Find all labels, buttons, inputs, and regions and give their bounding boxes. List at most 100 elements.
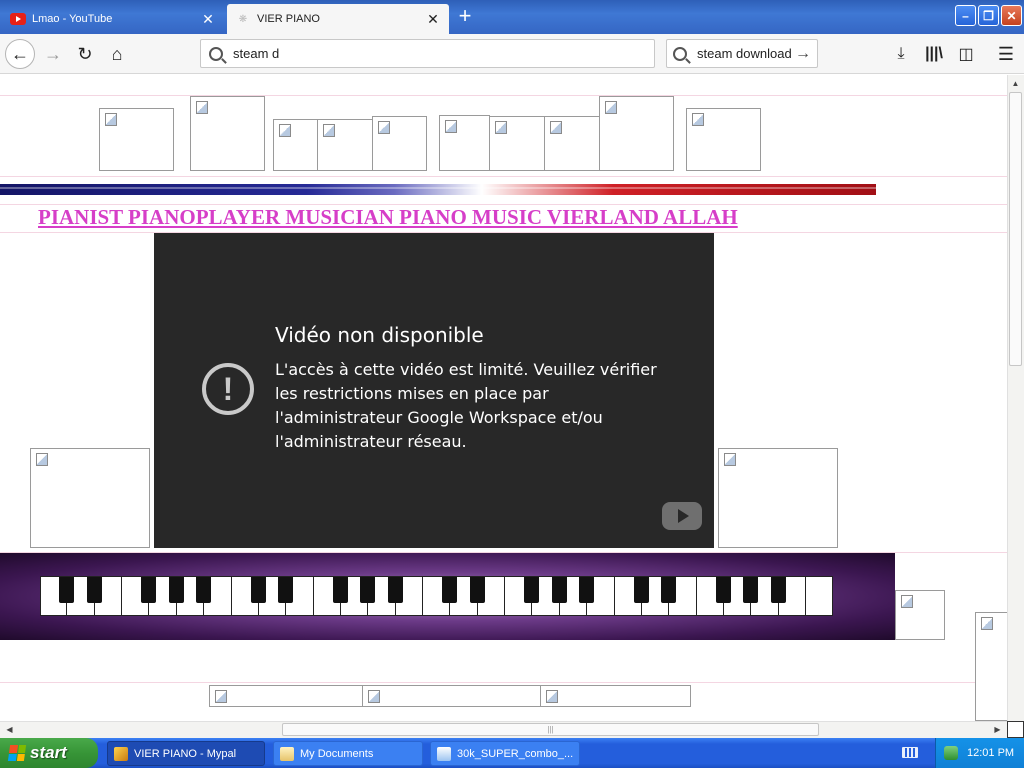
- broken-image-icon[interactable]: [317, 119, 373, 171]
- piano-banner-image: [0, 553, 895, 640]
- piano-black-key: [168, 577, 184, 603]
- scroll-up-icon[interactable]: ▲: [1008, 76, 1023, 91]
- home-button[interactable]: ⌂: [102, 39, 132, 69]
- broken-image-icon[interactable]: [439, 115, 490, 171]
- start-button[interactable]: start: [0, 738, 98, 768]
- windows-logo-icon: [7, 745, 27, 761]
- piano-white-key: [423, 576, 458, 616]
- taskbar-item-my-documents[interactable]: My Documents: [273, 741, 423, 766]
- piano-white-key: [122, 576, 157, 616]
- broken-image-icon[interactable]: [718, 448, 838, 548]
- network-icon[interactable]: [944, 746, 958, 760]
- taskbar-item-mypal[interactable]: VIER PIANO - Mypal: [107, 741, 265, 766]
- start-label: start: [30, 743, 67, 762]
- page-title-link[interactable]: PIANIST PIANOPLAYER MUSICIAN PIANO MUSIC…: [38, 205, 738, 230]
- maximize-button[interactable]: ❐: [978, 5, 999, 26]
- notepad-icon: [437, 746, 451, 761]
- broken-image-icon[interactable]: [540, 685, 691, 707]
- error-icon: !: [202, 363, 254, 415]
- menu-icon[interactable]: ☰: [995, 44, 1017, 64]
- piano-white-key: [806, 576, 834, 616]
- piano-black-key: [86, 577, 102, 603]
- search-icon: [209, 46, 223, 61]
- folder-icon: [280, 746, 294, 761]
- taskbar-item-notepad[interactable]: 30k_SUPER_combo_...: [430, 741, 580, 766]
- close-window-button[interactable]: ✕: [1001, 5, 1022, 26]
- broken-image-icon[interactable]: [686, 108, 761, 171]
- piano-black-key: [59, 577, 75, 603]
- search-input[interactable]: steam download: [697, 46, 792, 61]
- piano-black-key: [524, 577, 540, 603]
- page-content: PIANIST PIANOPLAYER MUSICIAN PIANO MUSIC…: [0, 75, 1007, 721]
- minimize-button[interactable]: –: [955, 5, 976, 26]
- video-error-title: Vidéo non disponible: [275, 323, 484, 347]
- system-tray: 12:01 PM: [935, 738, 1024, 768]
- vertical-scroll-thumb[interactable]: [1009, 92, 1022, 366]
- piano-black-key: [743, 577, 759, 603]
- horizontal-scroll-thumb[interactable]: |||: [282, 723, 819, 736]
- broken-image-icon[interactable]: [362, 685, 541, 707]
- youtube-icon: [10, 13, 26, 25]
- piano-white-key: [696, 576, 731, 616]
- broken-image-icon[interactable]: [544, 116, 600, 171]
- piano-black-key: [661, 577, 677, 603]
- close-tab-icon[interactable]: ✕: [200, 11, 216, 28]
- search-bar[interactable]: steam download →: [666, 39, 818, 68]
- divider: [0, 682, 1007, 683]
- taskbar-item-label: 30k_SUPER_combo_...: [457, 747, 574, 760]
- piano-white-key: [614, 576, 649, 616]
- divider: [0, 95, 1007, 96]
- piano-black-key: [442, 577, 458, 603]
- library-icon[interactable]: |||\: [923, 44, 945, 64]
- broken-image-icon[interactable]: [190, 96, 265, 171]
- embedded-video[interactable]: ! Vidéo non disponible L'accès à cette v…: [154, 233, 714, 548]
- tab-title: Lmao - YouTube: [32, 13, 113, 25]
- tab-vier-piano[interactable]: ❋ VIER PIANO ✕: [227, 4, 449, 34]
- tab-title: VIER PIANO: [257, 13, 320, 25]
- piano-black-key: [469, 577, 485, 603]
- browser-icon: [114, 746, 128, 761]
- piano-white-key: [505, 576, 540, 616]
- piano-black-key: [633, 577, 649, 603]
- url-input[interactable]: steam d: [233, 46, 279, 61]
- broken-image-icon[interactable]: [30, 448, 150, 548]
- piano-black-key: [715, 577, 731, 603]
- clock[interactable]: 12:01 PM: [967, 747, 1014, 759]
- scroll-grip-icon: |||: [547, 725, 554, 734]
- broken-image-icon[interactable]: [895, 590, 945, 640]
- forward-button[interactable]: →: [38, 39, 68, 69]
- tab-youtube[interactable]: Lmao - YouTube ✕: [2, 4, 224, 34]
- search-icon: [673, 46, 687, 61]
- broken-image-icon[interactable]: [273, 119, 318, 171]
- sidebar-icon[interactable]: ◫: [955, 44, 977, 64]
- piano-black-key: [551, 577, 567, 603]
- divider: [0, 176, 1007, 177]
- close-tab-icon[interactable]: ✕: [425, 11, 441, 28]
- piano-black-key: [387, 577, 403, 603]
- piano-keyboard: [40, 576, 834, 616]
- new-tab-button[interactable]: +: [452, 5, 478, 28]
- broken-image-icon[interactable]: [599, 96, 674, 171]
- back-button[interactable]: ←: [5, 39, 35, 69]
- piano-black-key: [196, 577, 212, 603]
- gradient-divider-bar: [0, 184, 876, 195]
- broken-image-icon[interactable]: [372, 116, 427, 171]
- broken-image-icon[interactable]: [99, 108, 174, 171]
- broken-image-icon[interactable]: [489, 116, 545, 171]
- broken-image-icon[interactable]: [209, 685, 363, 707]
- scroll-left-icon[interactable]: ◀: [2, 722, 17, 737]
- reload-button[interactable]: ↻: [70, 39, 100, 69]
- scroll-right-icon[interactable]: ▶: [990, 722, 1005, 737]
- video-error-message: L'accès à cette vidéo est limité. Veuill…: [275, 360, 657, 451]
- url-bar[interactable]: steam d: [200, 39, 655, 68]
- keyboard-icon[interactable]: [902, 747, 918, 758]
- search-go-icon[interactable]: →: [795, 45, 811, 63]
- broken-image-icon[interactable]: [975, 612, 1007, 721]
- download-icon[interactable]: ⤓: [890, 44, 912, 64]
- page-icon: ❋: [238, 13, 248, 25]
- youtube-play-icon[interactable]: [662, 502, 702, 530]
- tab-bar: Lmao - YouTube ✕ ❋ VIER PIANO ✕ + – ❐ ✕: [0, 0, 1024, 34]
- piano-black-key: [770, 577, 786, 603]
- piano-white-key: [313, 576, 348, 616]
- piano-white-key: [40, 576, 75, 616]
